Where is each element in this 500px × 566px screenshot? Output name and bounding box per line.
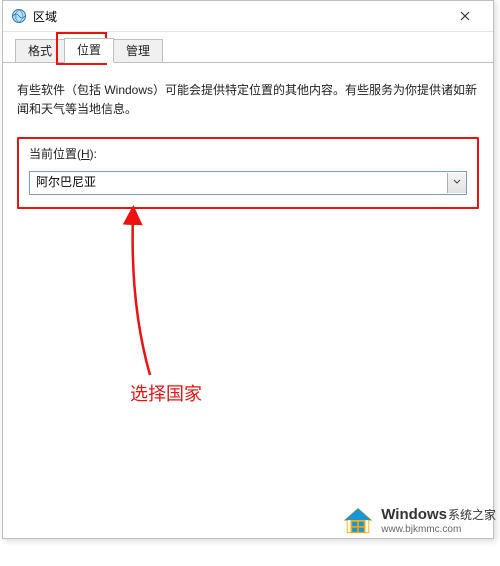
tab-content: 有些软件（包括 Windows）可能会提供特定位置的其他内容。有些服务为你提供诸… bbox=[3, 63, 493, 566]
tab-location[interactable]: 位置 bbox=[64, 38, 114, 63]
loc-label-prefix: 当前位置( bbox=[29, 147, 81, 161]
dropdown-button[interactable] bbox=[447, 173, 466, 193]
watermark-brand-cn: 系统之家 bbox=[448, 509, 496, 522]
region-dialog: 区域 格式 位置 管理 有些软件（包括 Windows）可能会提供特定位置的其他… bbox=[2, 0, 494, 539]
close-icon bbox=[460, 11, 470, 21]
titlebar: 区域 bbox=[3, 1, 493, 32]
watermark-text: Windows 系统之家 www.bjkmmc.com bbox=[381, 507, 496, 535]
tab-format[interactable]: 格式 bbox=[15, 39, 65, 62]
watermark: Windows 系统之家 www.bjkmmc.com bbox=[341, 506, 496, 536]
house-icon bbox=[341, 506, 375, 536]
loc-label-key: H bbox=[81, 147, 90, 161]
annotation-text: 选择国家 bbox=[130, 380, 202, 406]
tab-row: 格式 位置 管理 bbox=[3, 38, 493, 63]
country-select[interactable]: 阿尔巴尼亚 bbox=[29, 171, 467, 195]
close-button[interactable] bbox=[445, 2, 485, 30]
current-location-label: 当前位置(H): bbox=[29, 145, 467, 164]
tab-admin[interactable]: 管理 bbox=[113, 39, 163, 62]
annotation-location-highlight: 当前位置(H): 阿尔巴尼亚 bbox=[17, 137, 479, 208]
loc-label-suffix: ): bbox=[90, 147, 97, 161]
watermark-url: www.bjkmmc.com bbox=[381, 524, 496, 535]
dialog-title: 区域 bbox=[33, 8, 445, 25]
description-text: 有些软件（包括 Windows）可能会提供特定位置的其他内容。有些服务为你提供诸… bbox=[17, 81, 479, 119]
globe-icon bbox=[11, 8, 27, 24]
country-select-value: 阿尔巴尼亚 bbox=[30, 173, 447, 192]
watermark-brand: Windows bbox=[381, 507, 447, 524]
chevron-down-icon bbox=[453, 175, 461, 189]
